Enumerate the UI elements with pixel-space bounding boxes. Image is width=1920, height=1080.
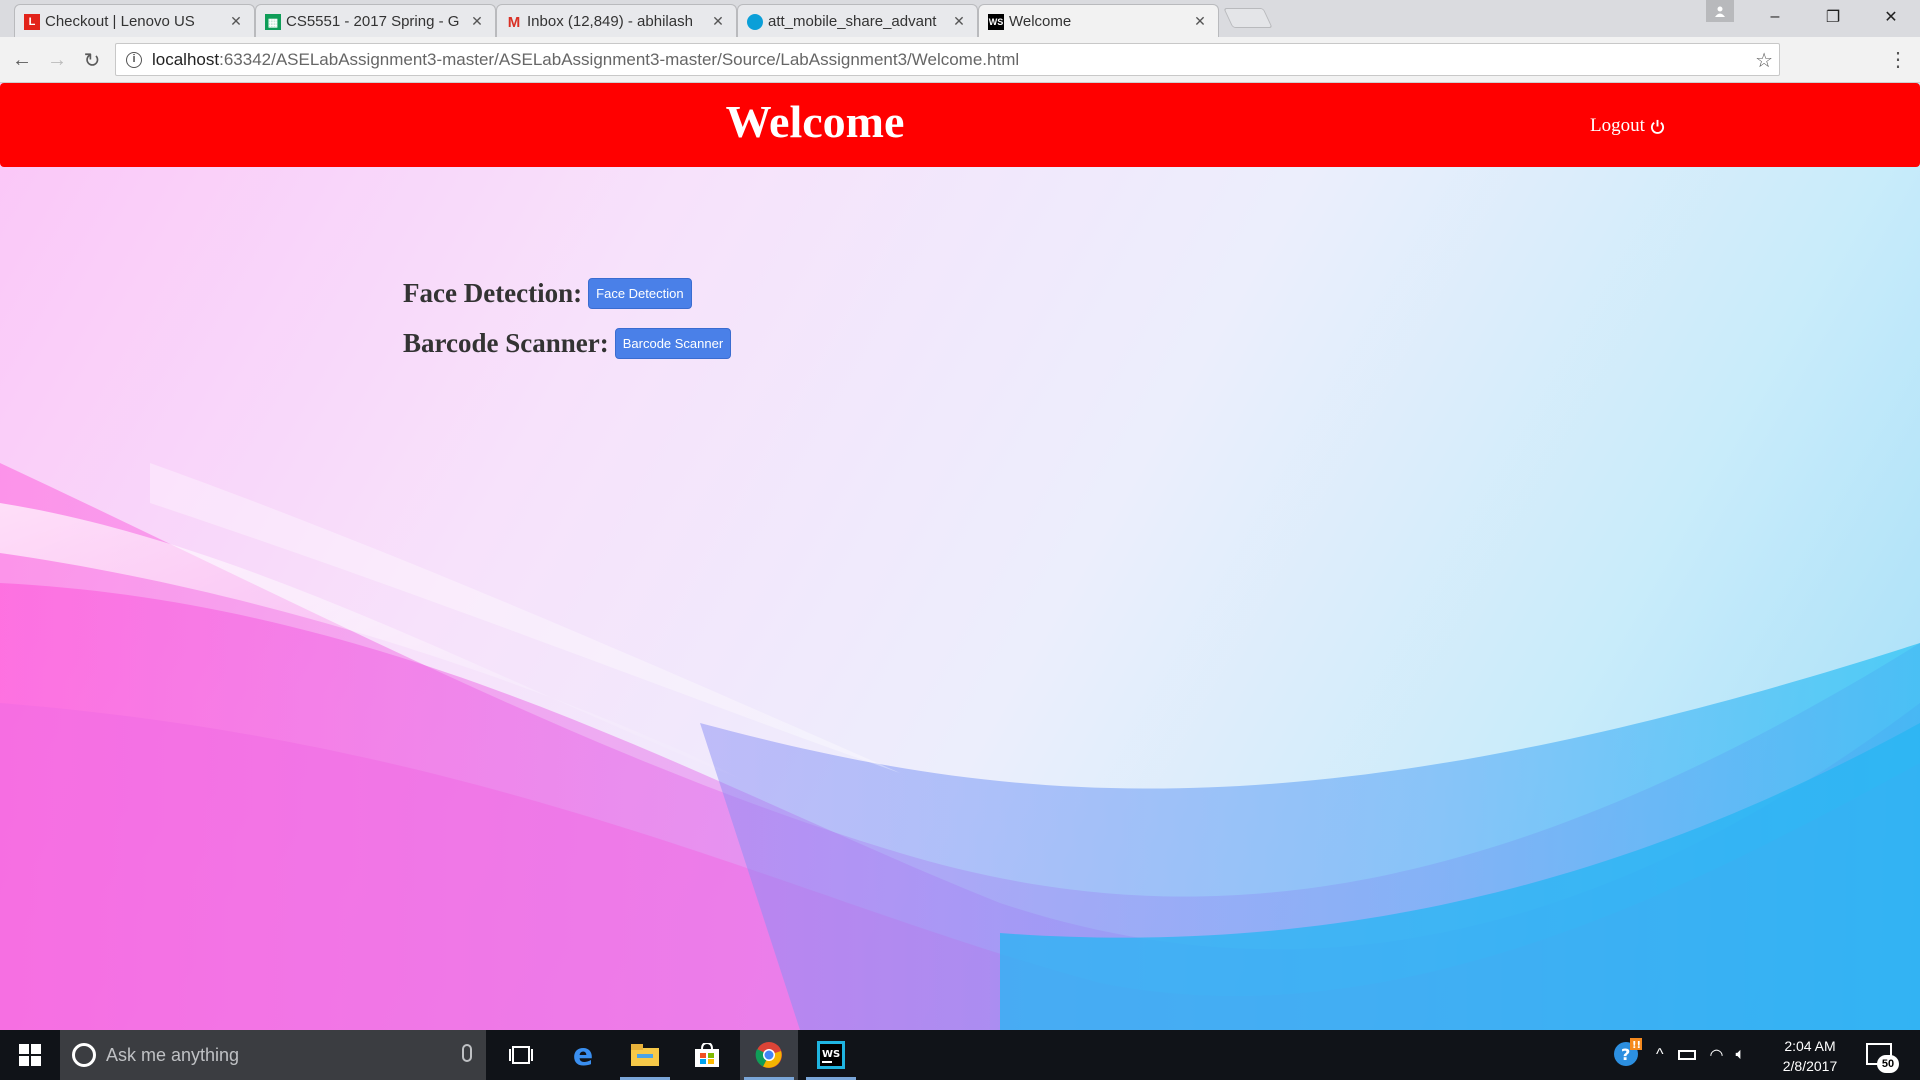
svg-text:?: ? bbox=[1621, 1045, 1630, 1064]
close-icon[interactable]: ✕ bbox=[951, 13, 967, 30]
minimize-icon[interactable]: – bbox=[1746, 0, 1804, 34]
webstorm-icon: WS bbox=[988, 14, 1004, 30]
windows-taskbar: Ask me anything e WS ?!! ^ ◠ 🔈︎ 2:04 AM … bbox=[0, 1030, 1920, 1080]
tab-title: Checkout | Lenovo US bbox=[45, 12, 195, 30]
notification-count-badge: 50 bbox=[1877, 1055, 1899, 1073]
logout-link[interactable]: Logout bbox=[1590, 115, 1665, 137]
forward-icon[interactable]: → bbox=[44, 47, 70, 73]
background-waves bbox=[0, 463, 1920, 1030]
sheets-icon: ▦ bbox=[265, 14, 281, 30]
chrome-menu-icon[interactable]: ⋮ bbox=[1888, 47, 1908, 72]
close-icon[interactable]: ✕ bbox=[710, 13, 726, 30]
face-detection-row: Face Detection: Face Detection bbox=[403, 278, 692, 309]
gmail-icon: M bbox=[507, 13, 521, 31]
browser-tab-strip: L Checkout | Lenovo US ✕ ▦ CS5551 - 2017… bbox=[0, 0, 1920, 37]
tab-gmail-inbox[interactable]: M Inbox (12,849) - abhilash ✕ bbox=[496, 4, 737, 37]
clock-time: 2:04 AM bbox=[1784, 1038, 1836, 1054]
barcode-scanner-label: Barcode Scanner: bbox=[403, 328, 609, 358]
cortana-search-box[interactable]: Ask me anything bbox=[60, 1030, 486, 1080]
close-icon[interactable]: ✕ bbox=[228, 13, 244, 30]
svg-text:!!: !! bbox=[1632, 1040, 1641, 1051]
svg-text:WS: WS bbox=[822, 1049, 840, 1060]
tab-title: CS5551 - 2017 Spring - G bbox=[286, 12, 460, 30]
tab-cs5551[interactable]: ▦ CS5551 - 2017 Spring - G ✕ bbox=[255, 4, 496, 37]
tab-lenovo-checkout[interactable]: L Checkout | Lenovo US ✕ bbox=[14, 4, 255, 37]
new-tab-button[interactable] bbox=[1223, 8, 1273, 28]
taskbar-clock[interactable]: 2:04 AM 2/8/2017 bbox=[1770, 1036, 1850, 1076]
bookmark-star-icon[interactable]: ☆ bbox=[1755, 48, 1773, 73]
page-title: Welcome bbox=[725, 96, 905, 147]
tab-title: Inbox (12,849) - abhilash bbox=[527, 12, 693, 30]
restore-icon[interactable]: ❐ bbox=[1804, 0, 1862, 34]
clock-date: 2/8/2017 bbox=[1782, 1058, 1838, 1074]
volume-icon[interactable]: 🔈︎ bbox=[1735, 1046, 1745, 1064]
edge-icon[interactable]: e bbox=[554, 1030, 612, 1080]
reload-icon[interactable]: ↻ bbox=[79, 47, 105, 73]
browser-toolbar: ← → ↻ i localhost:63342/ASELabAssignment… bbox=[0, 37, 1920, 83]
back-icon[interactable]: ← bbox=[9, 47, 35, 73]
url-host: localhost bbox=[152, 49, 220, 69]
system-tray: ?!! ^ ◠ 🔈︎ bbox=[1612, 1030, 1745, 1080]
page-viewport: Welcome Logout Face Detection: Face Dete… bbox=[0, 83, 1920, 1030]
app-header: Welcome Logout bbox=[0, 83, 1920, 167]
close-icon[interactable]: ✕ bbox=[469, 13, 485, 30]
task-view-icon[interactable] bbox=[492, 1030, 550, 1080]
url-path: :63342/ASELabAssignment3-master/ASELabAs… bbox=[219, 49, 1020, 69]
face-detection-label: Face Detection: bbox=[403, 278, 583, 308]
barcode-scanner-row: Barcode Scanner: Barcode Scanner bbox=[403, 328, 732, 359]
info-icon[interactable]: i bbox=[126, 51, 142, 68]
battery-icon[interactable] bbox=[1677, 1050, 1696, 1060]
store-icon[interactable] bbox=[678, 1030, 736, 1080]
show-hidden-icons-chevron-icon[interactable]: ^ bbox=[1656, 1046, 1664, 1064]
help-update-icon[interactable]: ?!! bbox=[1612, 1038, 1646, 1072]
att-icon bbox=[747, 14, 763, 30]
close-icon[interactable]: ✕ bbox=[1192, 13, 1208, 30]
search-placeholder: Ask me anything bbox=[106, 1044, 240, 1065]
webstorm-icon[interactable]: WS bbox=[802, 1030, 860, 1080]
windows-start-icon[interactable] bbox=[0, 1030, 60, 1080]
window-controls: – ❐ ✕ bbox=[1746, 0, 1920, 34]
tab-att-mobile[interactable]: att_mobile_share_advant ✕ bbox=[737, 4, 978, 37]
wifi-icon[interactable]: ◠ bbox=[1710, 1045, 1724, 1065]
address-bar[interactable]: i localhost:63342/ASELabAssignment3-mast… bbox=[115, 43, 1780, 76]
chrome-icon[interactable] bbox=[740, 1030, 798, 1080]
tab-title: Welcome bbox=[1009, 12, 1072, 30]
close-window-icon[interactable]: ✕ bbox=[1862, 0, 1920, 34]
profile-icon[interactable] bbox=[1706, 0, 1734, 22]
tab-title: att_mobile_share_advant bbox=[768, 12, 937, 30]
cortana-icon bbox=[72, 1043, 96, 1067]
power-icon bbox=[1650, 119, 1664, 134]
microphone-icon[interactable] bbox=[462, 1044, 472, 1062]
barcode-scanner-button[interactable]: Barcode Scanner bbox=[614, 328, 732, 359]
tab-welcome[interactable]: WS Welcome ✕ bbox=[978, 4, 1219, 37]
face-detection-button[interactable]: Face Detection bbox=[588, 278, 692, 309]
lenovo-icon: L bbox=[24, 14, 40, 30]
logout-label: Logout bbox=[1590, 115, 1645, 136]
file-explorer-icon[interactable] bbox=[616, 1030, 674, 1080]
